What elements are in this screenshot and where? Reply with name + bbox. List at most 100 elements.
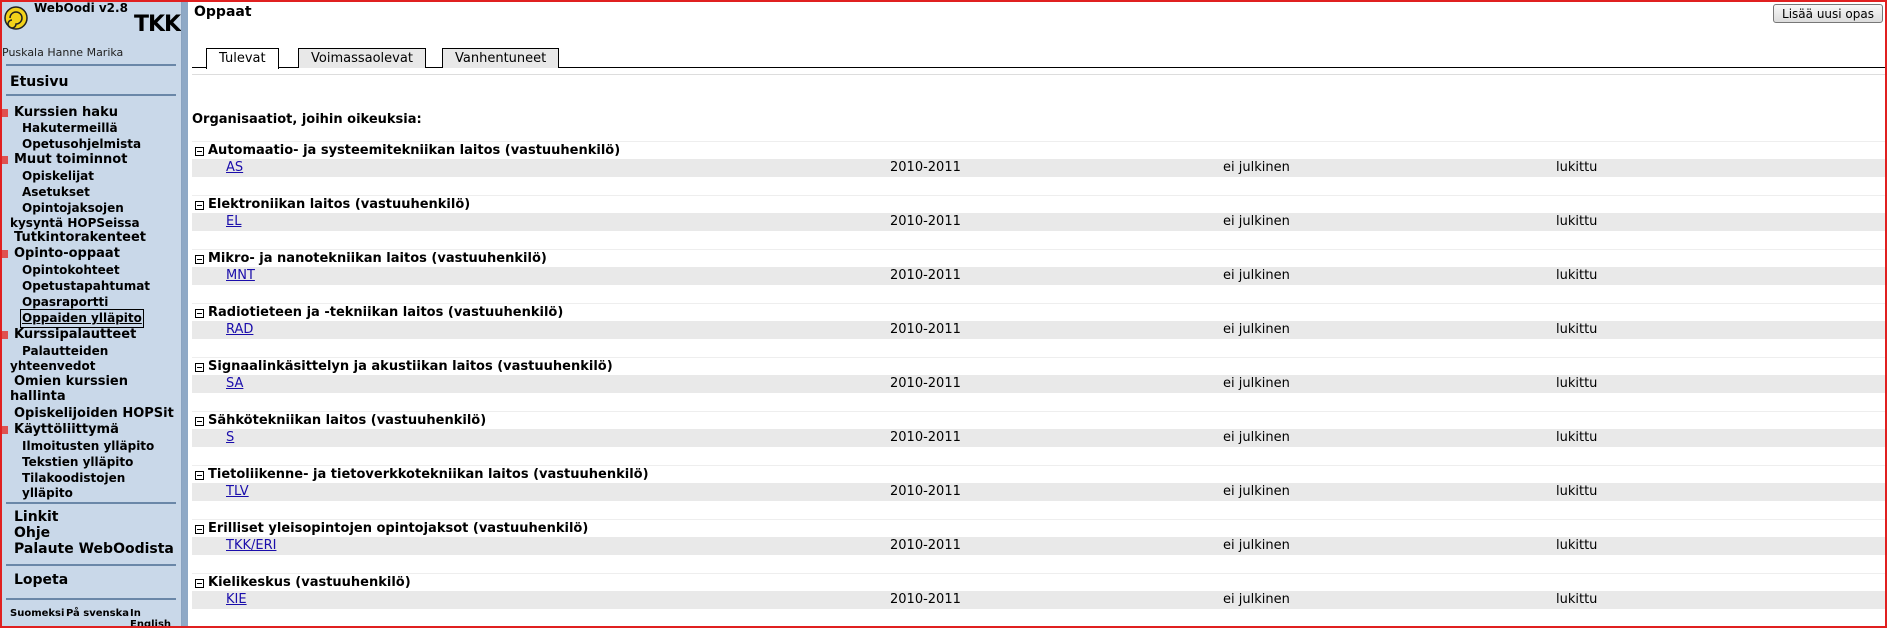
nav-course-demand[interactable]: Opintojaksojen kysyntä HOPSeissa xyxy=(10,201,180,231)
lock-status: lukittu xyxy=(1556,592,1598,607)
publication-status: ei julkinen xyxy=(1223,322,1290,337)
publication-status: ei julkinen xyxy=(1223,592,1290,607)
org-header: Sähkötekniikan laitos (vastuuhenkilö) xyxy=(192,411,1885,429)
nav-feedback[interactable]: Palaute WebOodista xyxy=(14,541,174,557)
org-header: Elektroniikan laitos (vastuuhenkilö) xyxy=(192,195,1885,213)
org-code-link[interactable]: AS xyxy=(226,160,243,175)
nav-study-targets[interactable]: Opintokohteet xyxy=(22,263,120,278)
org-block: Signaalinkäsittelyn ja akustiikan laitos… xyxy=(192,357,1885,411)
org-code-link[interactable]: SA xyxy=(226,376,243,391)
nav-course-search[interactable]: Kurssien haku xyxy=(14,105,118,120)
org-code-link[interactable]: TKK/ERI xyxy=(226,538,276,553)
nav-settings[interactable]: Asetukset xyxy=(22,185,90,200)
nav-links[interactable]: Linkit xyxy=(14,509,59,525)
collapse-minus-icon[interactable] xyxy=(195,471,204,480)
org-block: Sähkötekniikan laitos (vastuuhenkilö) S 20… xyxy=(192,411,1885,465)
nav-notice-maintenance[interactable]: Ilmoitusten ylläpito xyxy=(22,439,154,454)
tab-expired[interactable]: Vanhentuneet xyxy=(442,48,560,68)
section-marker-icon xyxy=(2,331,8,339)
org-name: Erilliset yleisopintojen opintojaksot (v… xyxy=(208,521,589,536)
divider xyxy=(6,94,176,96)
org-header: Signaalinkäsittelyn ja akustiikan laitos… xyxy=(192,357,1885,375)
collapse-minus-icon[interactable] xyxy=(195,525,204,534)
org-code-link[interactable]: KIE xyxy=(226,592,247,607)
org-header: Kielikeskus (vastuuhenkilö) xyxy=(192,573,1885,591)
publication-status: ei julkinen xyxy=(1223,268,1290,283)
divider xyxy=(6,502,176,504)
nav-feedback-summaries[interactable]: Palautteiden yhteenvedot xyxy=(10,344,130,374)
org-name: Tietoliikenne- ja tietoverkkotekniikan l… xyxy=(208,467,649,482)
add-guide-button[interactable]: Lisää uusi opas xyxy=(1773,4,1883,23)
nav-home[interactable]: Etusivu xyxy=(10,74,68,90)
academic-year: 2010-2011 xyxy=(890,214,961,229)
snail-logo-icon xyxy=(4,6,28,30)
org-code-link[interactable]: EL xyxy=(226,214,241,229)
publication-status: ei julkinen xyxy=(1223,538,1290,553)
org-code-link[interactable]: RAD xyxy=(226,322,253,337)
org-block: Radiotieteen ja -tekniikan laitos (vastu… xyxy=(192,303,1885,357)
publication-status: ei julkinen xyxy=(1223,160,1290,175)
lang-en-link[interactable]: In English xyxy=(130,608,181,626)
divider xyxy=(6,64,176,66)
nav-guide-report[interactable]: Opasraportti xyxy=(22,295,108,310)
nav-study-guides[interactable]: Opinto-oppaat xyxy=(14,246,120,261)
nav-logout[interactable]: Lopeta xyxy=(14,572,68,588)
publication-status: ei julkinen xyxy=(1223,484,1290,499)
org-header: Tietoliikenne- ja tietoverkkotekniikan l… xyxy=(192,465,1885,483)
nav-degree-structures[interactable]: Tutkintorakenteet xyxy=(14,230,146,245)
table-row: TLV 2010-2011 ei julkinen lukittu xyxy=(192,483,1885,501)
section-marker-icon xyxy=(2,156,8,164)
academic-year: 2010-2011 xyxy=(890,160,961,175)
nav-search-terms[interactable]: Hakutermeillä xyxy=(22,121,118,136)
org-header: Radiotieteen ja -tekniikan laitos (vastu… xyxy=(192,303,1885,321)
nav-help[interactable]: Ohje xyxy=(14,525,50,541)
sidebar-border xyxy=(182,2,188,626)
publication-status: ei julkinen xyxy=(1223,214,1290,229)
nav-text-maintenance[interactable]: Tekstien ylläpito xyxy=(22,455,133,470)
nav-own-courses[interactable]: Omien kurssien hallinta xyxy=(10,374,130,404)
collapse-minus-icon[interactable] xyxy=(195,363,204,372)
collapse-minus-icon[interactable] xyxy=(195,255,204,264)
org-block: Kielikeskus (vastuuhenkilö) KIE 2010-2011 e… xyxy=(192,573,1885,626)
org-code-link[interactable]: MNT xyxy=(226,268,255,283)
tab-current[interactable]: Voimassaolevat xyxy=(298,48,426,68)
collapse-minus-icon[interactable] xyxy=(195,579,204,588)
org-code-link[interactable]: S xyxy=(226,430,234,445)
org-block: Automaatio- ja systeemitekniikan laitos … xyxy=(192,141,1885,195)
nav-room-code-maintenance[interactable]: Tilakoodistojen ylläpito xyxy=(22,471,132,501)
org-code-link[interactable]: TLV xyxy=(226,484,249,499)
org-header: Erilliset yleisopintojen opintojaksot (v… xyxy=(192,519,1885,537)
tab-bar: Tulevat Voimassaolevat Vanhentuneet xyxy=(192,48,1885,69)
academic-year: 2010-2011 xyxy=(890,538,961,553)
org-block: Mikro- ja nanotekniikan laitos (vastuuhe… xyxy=(192,249,1885,303)
sidebar: WebOodi v2.8 TKK Puskala Hanne Marika Et… xyxy=(2,2,182,626)
org-name: Automaatio- ja systeemitekniikan laitos … xyxy=(208,143,621,158)
nav-students[interactable]: Opiskelijat xyxy=(22,169,94,184)
academic-year: 2010-2011 xyxy=(890,376,961,391)
lang-fi-link[interactable]: Suomeksi xyxy=(10,608,64,619)
nav-other-functions[interactable]: Muut toiminnot xyxy=(14,152,127,167)
lang-sv-link[interactable]: På svenska xyxy=(66,608,129,619)
collapse-minus-icon[interactable] xyxy=(195,147,204,156)
publication-status: ei julkinen xyxy=(1223,376,1290,391)
collapse-minus-icon[interactable] xyxy=(195,417,204,426)
tab-upcoming[interactable]: Tulevat xyxy=(206,48,279,69)
nav-guide-maintenance[interactable]: Oppaiden ylläpito xyxy=(20,309,144,328)
org-block: Erilliset yleisopintojen opintojaksot (v… xyxy=(192,519,1885,573)
lock-status: lukittu xyxy=(1556,268,1598,283)
lock-status: lukittu xyxy=(1556,484,1598,499)
org-name: Sähkötekniikan laitos (vastuuhenkilö) xyxy=(208,413,487,428)
nav-teaching-events[interactable]: Opetustapahtumat xyxy=(22,279,150,294)
academic-year: 2010-2011 xyxy=(890,430,961,445)
nav-student-hops[interactable]: Opiskelijoiden HOPSit xyxy=(14,406,174,421)
table-row: SA 2010-2011 ei julkinen lukittu xyxy=(192,375,1885,393)
section-marker-icon xyxy=(2,109,8,117)
nav-course-feedback[interactable]: Kurssipalautteet xyxy=(14,327,136,342)
table-row: RAD 2010-2011 ei julkinen lukittu xyxy=(192,321,1885,339)
nav-curricula[interactable]: Opetusohjelmista xyxy=(22,137,141,152)
org-name: Kielikeskus (vastuuhenkilö) xyxy=(208,575,411,590)
collapse-minus-icon[interactable] xyxy=(195,201,204,210)
collapse-minus-icon[interactable] xyxy=(195,309,204,318)
table-row: EL 2010-2011 ei julkinen lukittu xyxy=(192,213,1885,231)
nav-ui[interactable]: Käyttöliittymä xyxy=(14,422,119,437)
